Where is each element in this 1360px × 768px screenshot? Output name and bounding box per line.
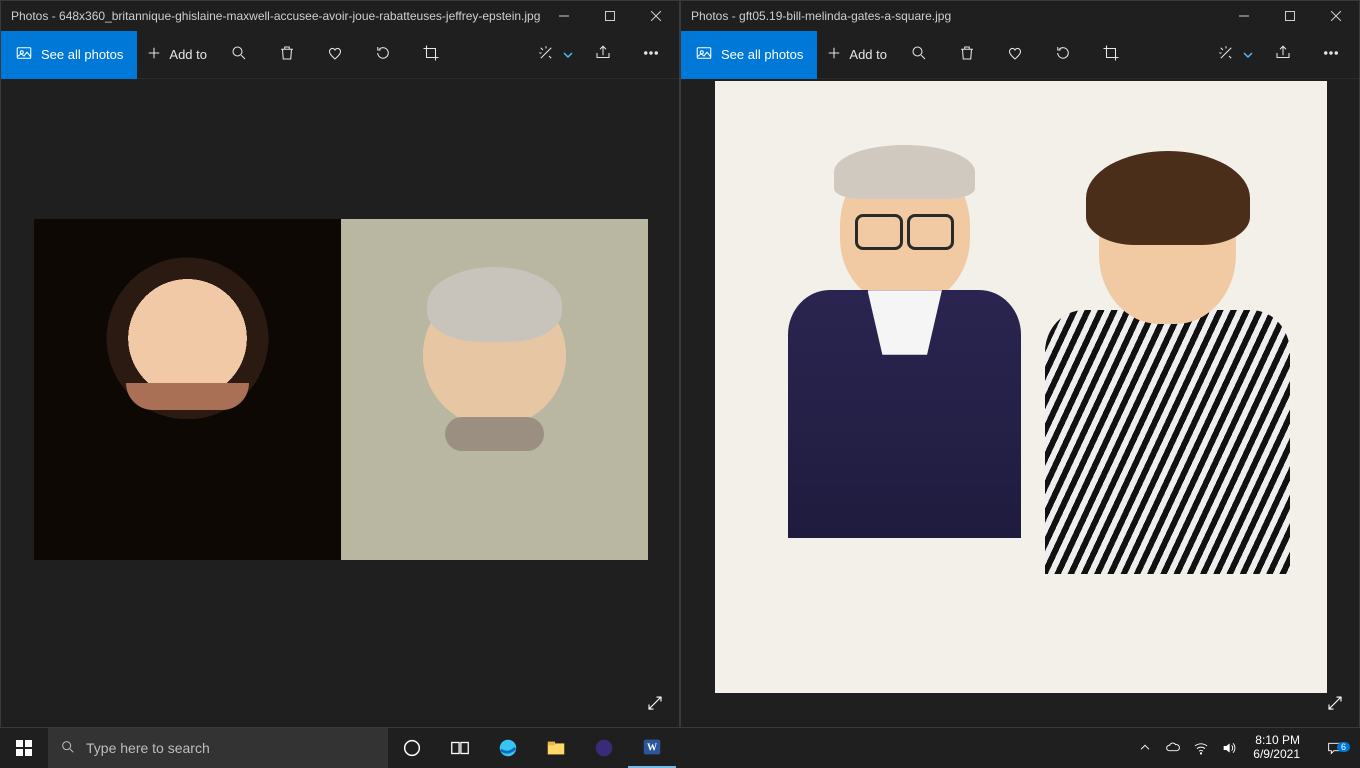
window-title: Photos - 648x360_britannique-ghislaine-m… (1, 9, 541, 23)
taskbar: Type here to search W 8:10 PM 6/9/2021 6 (0, 728, 1360, 768)
rotate-icon (1054, 44, 1072, 65)
crop-icon (422, 44, 440, 65)
photos-window-1: Photos - 648x360_britannique-ghislaine-m… (0, 0, 680, 728)
photos-window-2: Photos - gft05.19-bill-melinda-gates-a-s… (680, 0, 1360, 728)
taskbar-search[interactable]: Type here to search (48, 728, 388, 768)
cortana-button[interactable] (388, 728, 436, 768)
action-center-button[interactable]: 6 (1312, 740, 1356, 756)
zoom-button[interactable] (215, 31, 263, 79)
taskbar-app-edge[interactable] (484, 728, 532, 768)
more-button[interactable] (627, 31, 675, 79)
share-icon (1274, 44, 1292, 65)
clock-time: 8:10 PM (1253, 734, 1300, 748)
delete-button[interactable] (263, 31, 311, 79)
heart-icon (1006, 44, 1024, 65)
tray-volume-icon[interactable] (1217, 728, 1241, 768)
titlebar[interactable]: Photos - gft05.19-bill-melinda-gates-a-s… (681, 1, 1359, 31)
taskbar-clock[interactable]: 8:10 PM 6/9/2021 (1245, 734, 1308, 762)
chevron-down-icon (1243, 50, 1253, 60)
crop-button[interactable] (1087, 31, 1135, 79)
clock-date: 6/9/2021 (1253, 748, 1300, 762)
notification-badge: 6 (1337, 742, 1350, 752)
photo-content (34, 219, 648, 560)
toolbar: See all photos Add to (1, 31, 679, 79)
fullscreen-button[interactable] (641, 689, 669, 717)
photo-viewer[interactable] (1, 79, 679, 727)
taskbar-pinned-apps: W (388, 728, 676, 768)
favorite-button[interactable] (311, 31, 359, 79)
rotate-button[interactable] (1039, 31, 1087, 79)
trash-icon (278, 44, 296, 65)
edit-menu-button[interactable] (1211, 31, 1259, 79)
minimize-button[interactable] (541, 1, 587, 31)
share-icon (594, 44, 612, 65)
trash-icon (958, 44, 976, 65)
zoom-button[interactable] (895, 31, 943, 79)
search-placeholder: Type here to search (86, 740, 210, 756)
see-all-photos-button[interactable]: See all photos (1, 31, 137, 79)
ellipsis-icon (1322, 44, 1340, 65)
tray-overflow-button[interactable] (1133, 728, 1157, 768)
ellipsis-icon (642, 44, 660, 65)
magic-edit-icon (1217, 44, 1235, 65)
share-button[interactable] (1259, 31, 1307, 79)
close-button[interactable] (1313, 1, 1359, 31)
taskbar-app-file-explorer[interactable] (532, 728, 580, 768)
minimize-button[interactable] (1221, 1, 1267, 31)
titlebar[interactable]: Photos - 648x360_britannique-ghislaine-m… (1, 1, 679, 31)
tray-onedrive-icon[interactable] (1161, 728, 1185, 768)
crop-icon (1102, 44, 1120, 65)
windows-logo-icon (16, 740, 32, 756)
delete-button[interactable] (943, 31, 991, 79)
system-tray: 8:10 PM 6/9/2021 6 (1129, 728, 1360, 768)
maximize-button[interactable] (587, 1, 633, 31)
fullscreen-button[interactable] (1321, 689, 1349, 717)
collection-icon (695, 44, 713, 65)
heart-icon (326, 44, 344, 65)
search-icon (60, 739, 76, 758)
taskbar-app-firefox[interactable] (580, 728, 628, 768)
tray-network-icon[interactable] (1189, 728, 1213, 768)
share-button[interactable] (579, 31, 627, 79)
rotate-button[interactable] (359, 31, 407, 79)
maximize-button[interactable] (1267, 1, 1313, 31)
plus-icon (825, 44, 843, 65)
collection-icon (15, 44, 33, 65)
magic-edit-icon (537, 44, 555, 65)
photo-content (715, 81, 1327, 693)
photo-viewer[interactable] (681, 79, 1359, 727)
rotate-icon (374, 44, 392, 65)
chevron-down-icon (563, 50, 573, 60)
plus-icon (145, 44, 163, 65)
window-title: Photos - gft05.19-bill-melinda-gates-a-s… (681, 9, 1221, 23)
magnifier-icon (230, 44, 248, 65)
add-to-button[interactable]: Add to (137, 31, 215, 79)
task-view-button[interactable] (436, 728, 484, 768)
toolbar: See all photos Add to (681, 31, 1359, 79)
start-button[interactable] (0, 728, 48, 768)
svg-text:W: W (647, 743, 657, 754)
crop-button[interactable] (407, 31, 455, 79)
close-button[interactable] (633, 1, 679, 31)
see-all-photos-button[interactable]: See all photos (681, 31, 817, 79)
favorite-button[interactable] (991, 31, 1039, 79)
add-to-button[interactable]: Add to (817, 31, 895, 79)
taskbar-app-word[interactable]: W (628, 728, 676, 768)
magnifier-icon (910, 44, 928, 65)
more-button[interactable] (1307, 31, 1355, 79)
edit-menu-button[interactable] (531, 31, 579, 79)
